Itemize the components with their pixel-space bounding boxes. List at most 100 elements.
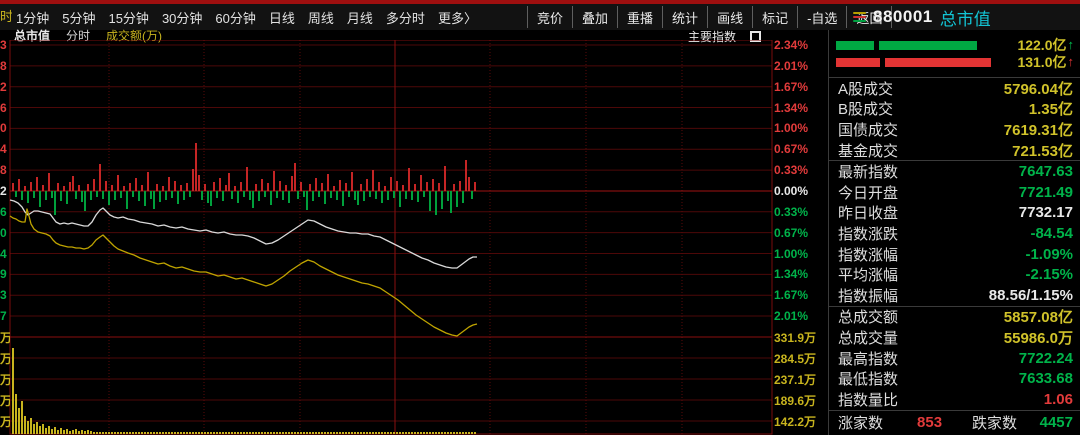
axis-label: 3 — [0, 288, 10, 302]
period-tab[interactable]: 周线 — [308, 8, 334, 27]
action-button[interactable]: 画线 — [707, 6, 752, 28]
quote-row: 总成交额5857.08亿 — [829, 307, 1080, 328]
axis-label: 万 — [0, 373, 10, 387]
period-tab[interactable]: 月线 — [347, 8, 373, 27]
quote-value: 7619.31亿 — [1004, 119, 1073, 140]
axis-label: 4 — [0, 247, 10, 261]
quote-value: 55986.0万 — [1004, 327, 1073, 348]
quote-value: 7721.49 — [1019, 184, 1073, 201]
period-tab[interactable]: 15分钟 — [108, 8, 148, 27]
quote-row: A股成交5796.04亿 — [829, 78, 1080, 99]
axis-label: 1.34% — [774, 267, 808, 281]
quote-value: 7633.68 — [1019, 370, 1073, 387]
axis-label: 0.00% — [774, 184, 808, 198]
quote-value: -2.15% — [1025, 266, 1073, 283]
quote-row: 总成交量55986.0万 — [829, 327, 1080, 348]
quote-value: 5796.04亿 — [1004, 78, 1073, 99]
axis-label: 189.6万 — [774, 394, 816, 408]
stock-header: 880001 总市值 — [853, 4, 991, 30]
axis-label: 万 — [0, 352, 10, 366]
quote-value: 7647.63 — [1019, 163, 1073, 180]
quote-value: 1.35亿 — [1029, 98, 1073, 119]
quote-value: -84.54 — [1030, 225, 1073, 242]
action-button[interactable]: 统计 — [662, 6, 707, 28]
quote-label: 平均涨幅 — [838, 264, 898, 285]
quote-label: 指数量比 — [838, 389, 898, 410]
quote-row: 指数涨幅-1.09% — [829, 244, 1080, 265]
action-button[interactable]: 竞价 — [528, 6, 572, 28]
axis-label: 1.34% — [774, 101, 808, 115]
period-tab[interactable]: 1分钟 — [16, 8, 49, 27]
quote-row: 平均涨幅 -2.15% — [829, 264, 1080, 285]
axis-label: 0.33% — [774, 205, 808, 219]
period-tab[interactable]: 日线 — [269, 8, 295, 27]
axis-label: 万 — [0, 394, 10, 408]
intraday-chart-canvas[interactable] — [0, 40, 828, 435]
inflow-bar-row: 122.0亿 ↑ — [836, 40, 1074, 50]
inflow-value: 122.0亿 — [1017, 40, 1066, 50]
quote-row: B股成交1.35亿 — [829, 99, 1080, 120]
chart-region: 总市值 分时 成交额(万) 主要指数 2.34%32.01%81.67%21.3… — [0, 30, 828, 435]
quote-row: 最高指数 7722.24 — [829, 348, 1080, 369]
menu-icon[interactable] — [853, 12, 866, 22]
axis-label: 2 — [0, 80, 10, 94]
quote-row: 最新指数7647.63 — [829, 161, 1080, 182]
quote-row: 指数振幅88.56/1.15% — [829, 285, 1080, 306]
action-button[interactable]: 标记 — [752, 6, 797, 28]
quote-row: 昨日收盘 7732.17 — [829, 203, 1080, 224]
quote-row: 指数量比 1.06 — [829, 389, 1080, 410]
quote-value: 1.06 — [1044, 391, 1073, 408]
advancers-label: 涨家数 — [838, 412, 883, 433]
quote-value: 7722.24 — [1019, 350, 1073, 367]
axis-label: 142.2万 — [774, 415, 816, 429]
axis-label: 6 — [0, 205, 10, 219]
axis-label: 1.67% — [774, 288, 808, 302]
axis-label: 2 — [0, 184, 10, 198]
quote-value: -1.09% — [1025, 246, 1073, 263]
period-tab[interactable]: 更多〉 — [438, 8, 477, 27]
axis-label: 6 — [0, 101, 10, 115]
axis-label: 1.67% — [774, 80, 808, 94]
axis-label: 0.33% — [774, 163, 808, 177]
quote-label: 昨日收盘 — [838, 202, 898, 223]
axis-label: 1.00% — [774, 121, 808, 135]
quote-label: 今日开盘 — [838, 182, 898, 203]
outflow-value: 131.0亿 — [1017, 57, 1066, 67]
period-tab[interactable]: 多分时 — [386, 8, 425, 27]
action-button[interactable]: 重播 — [617, 6, 662, 28]
panel-rows: A股成交5796.04亿B股成交1.35亿国债成交7619.31亿基金成交721… — [829, 77, 1080, 411]
money-flow-block: 122.0亿 ↑ 131.0亿 ↑ — [829, 30, 1080, 77]
trading-app-window: 时 1分钟 5分钟 15分钟 30分钟 60分钟日线周线月线多分时更多〉 竞价叠加重播统… — [0, 0, 1080, 435]
axis-label: 万 — [0, 415, 10, 429]
outflow-bar-row: 131.0亿 ↑ — [836, 57, 1074, 67]
axis-label: 331.9万 — [774, 331, 816, 345]
period-tab[interactable]: 60分钟 — [215, 8, 255, 27]
quote-value: 7732.17 — [1019, 204, 1073, 221]
action-button[interactable]: -自选 — [797, 6, 846, 28]
toolbar-actions: 竞价叠加重播统计画线标记-自选返回 — [527, 6, 892, 28]
up-arrow-icon: ↑ — [1068, 57, 1075, 67]
quote-row: 最低指数 7633.68 — [829, 368, 1080, 389]
axis-label: 2.01% — [774, 309, 808, 323]
axis-label: 7 — [0, 309, 10, 323]
quote-row: 国债成交 7619.31亿 — [829, 119, 1080, 140]
stock-name: 总市值 — [940, 5, 991, 30]
quote-label: 最低指数 — [838, 368, 898, 389]
up-arrow-icon: ↑ — [1068, 40, 1075, 50]
period-tab[interactable]: 30分钟 — [162, 8, 202, 27]
decliners-count: 4457 — [1040, 414, 1073, 431]
quote-label: 国债成交 — [838, 119, 898, 140]
inflow-bar-segment — [879, 41, 977, 50]
cutoff-period-label[interactable]: 时 — [0, 4, 12, 30]
axis-label: 8 — [0, 59, 10, 73]
axis-label: 0 — [0, 121, 10, 135]
quote-value: 88.56/1.15% — [989, 287, 1073, 304]
stock-code: 880001 — [873, 7, 933, 27]
axis-label: 1.00% — [774, 247, 808, 261]
period-tab[interactable]: 5分钟 — [62, 8, 95, 27]
quote-label: 最高指数 — [838, 348, 898, 369]
advancers-count: 853 — [917, 414, 942, 431]
action-button[interactable]: 叠加 — [572, 6, 617, 28]
quote-panel: 122.0亿 ↑ 131.0亿 ↑ A股成交5796.04亿B股成交1.35亿国… — [828, 30, 1080, 435]
quote-value: 5857.08亿 — [1004, 306, 1073, 327]
